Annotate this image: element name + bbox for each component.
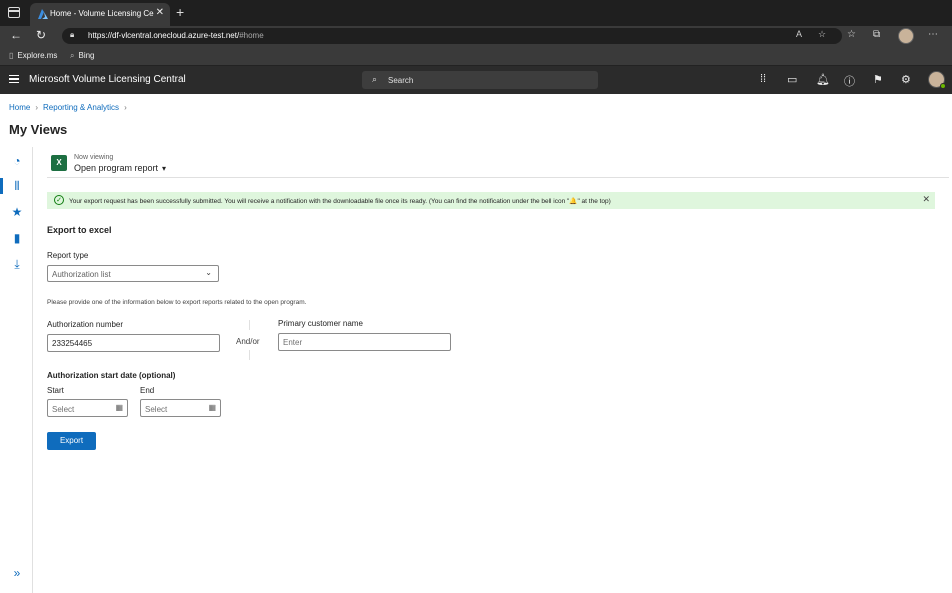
bell-icon[interactable]: 🔔︎ [816,73,830,86]
browser-profile-avatar[interactable] [898,28,914,44]
search-icon: ⌕ [372,74,378,84]
help-icon[interactable]: ⓘ [844,73,855,89]
breadcrumb-home[interactable]: Home [9,103,30,112]
favorites-bar: ▯ Explore.ms ⌕ Bing [0,46,952,66]
primary-customer-label: Primary customer name [278,319,363,328]
breadcrumb: Home › Reporting & Analytics › [9,103,132,112]
report-type-value: Authorization list [52,270,111,279]
calendar-icon: ▦ [115,403,123,412]
refresh-icon[interactable]: ↻ [36,28,46,42]
add-favorite-icon[interactable]: ☆ [818,29,826,40]
banner-message: Your export request has been successfull… [69,198,611,205]
lock-icon[interactable]: 🔒︎ [70,30,74,40]
app-title: Microsoft Volume Licensing Central [29,74,186,85]
close-icon[interactable]: ✕ [922,194,930,205]
url-bar[interactable]: 🔒︎ https://df-vlcentral.onecloud.azure-t… [62,28,842,44]
download-icon[interactable]: ⤓ [9,256,25,272]
tab-actions-icon[interactable] [8,7,20,18]
now-viewing-label: Now viewing [74,154,114,161]
auth-number-input[interactable] [47,334,220,352]
favorite-explore[interactable]: ▯ Explore.ms [9,51,57,60]
reports-icon[interactable]: ⫴ [9,178,25,194]
menu-icon[interactable] [9,75,19,83]
collections-icon[interactable]: ⧉ [873,29,880,40]
presence-icon [940,83,946,89]
gear-icon[interactable]: ⚙ [901,73,911,86]
feedback-icon[interactable]: ⚑ [873,73,883,86]
favorites-icon[interactable]: ☆ [847,29,856,40]
search-box[interactable]: ⌕ Search [362,71,598,89]
export-button[interactable]: Export [47,432,96,450]
browser-tab[interactable]: Home - Volume Licensing Cen ✕ [30,3,170,26]
close-tab-icon[interactable]: ✕ [156,7,164,18]
apps-grid-icon[interactable]: ⁞⁞ [760,73,766,85]
calendar-icon: ▦ [208,403,216,412]
new-tab-button[interactable]: + [176,4,184,20]
active-indicator [0,178,3,194]
divider [249,350,250,360]
excel-icon: X [51,155,67,171]
search-icon: ⌕ [70,51,75,60]
tab-title: Home - Volume Licensing Cen [50,9,154,18]
chevron-down-icon: ⌄ [205,268,212,277]
start-date-placeholder: Select [52,405,75,414]
avatar[interactable] [928,71,946,89]
azure-icon [38,9,48,19]
address-bar-row: ← ↻ 🔒︎ https://df-vlcentral.onecloud.azu… [0,26,952,46]
search-placeholder: Search [388,76,414,85]
read-aloud-icon[interactable]: A [796,29,802,39]
now-viewing-bar: X Now viewing Open program report ▾ [47,150,949,178]
success-banner: ✓ Your export request has been successfu… [47,192,935,209]
app-header: Microsoft Volume Licensing Central ⌕ Sea… [0,66,952,94]
and-or-label: And/or [236,337,260,346]
left-rail: ◔ ⫴ ★ ▮ ⤓ » [0,147,33,593]
end-label: End [140,386,155,395]
chat-icon[interactable]: ▭ [787,73,797,86]
check-circle-icon: ✓ [54,195,64,205]
chevron-right-icon: › [124,103,127,112]
more-icon[interactable]: ⋯ [928,29,938,40]
expand-icon[interactable]: » [9,565,25,581]
report-type-label: Report type [47,251,89,260]
dashboard-icon[interactable]: ◔ [9,153,25,169]
star-icon[interactable]: ★ [9,204,25,220]
end-date-placeholder: Select [145,405,168,414]
book-icon[interactable]: ▮ [9,230,25,246]
page-title: My Views [9,122,68,137]
date-section-label: Authorization start date (optional) [47,371,176,380]
start-date-picker[interactable]: Select ▦ [47,399,128,417]
instruction-text: Please provide one of the information be… [47,299,307,306]
breadcrumb-reporting[interactable]: Reporting & Analytics [43,103,119,112]
start-label: Start [47,386,64,395]
end-date-picker[interactable]: Select ▦ [140,399,221,417]
view-selector[interactable]: Open program report ▾ [74,163,166,173]
back-icon[interactable]: ← [10,28,22,42]
page-icon: ▯ [9,51,14,60]
divider [249,320,250,330]
browser-tab-bar: Home - Volume Licensing Cen ✕ + [0,0,952,26]
chevron-right-icon: › [35,103,39,112]
url-text: https://df-vlcentral.onecloud.azure-test… [88,31,264,40]
report-type-dropdown[interactable]: Authorization list ⌄ [47,265,219,282]
auth-number-label: Authorization number [47,320,124,329]
chevron-down-icon: ▾ [162,164,167,173]
primary-customer-input[interactable] [278,333,451,351]
favorite-bing[interactable]: ⌕ Bing [70,51,95,61]
section-heading: Export to excel [47,225,112,235]
